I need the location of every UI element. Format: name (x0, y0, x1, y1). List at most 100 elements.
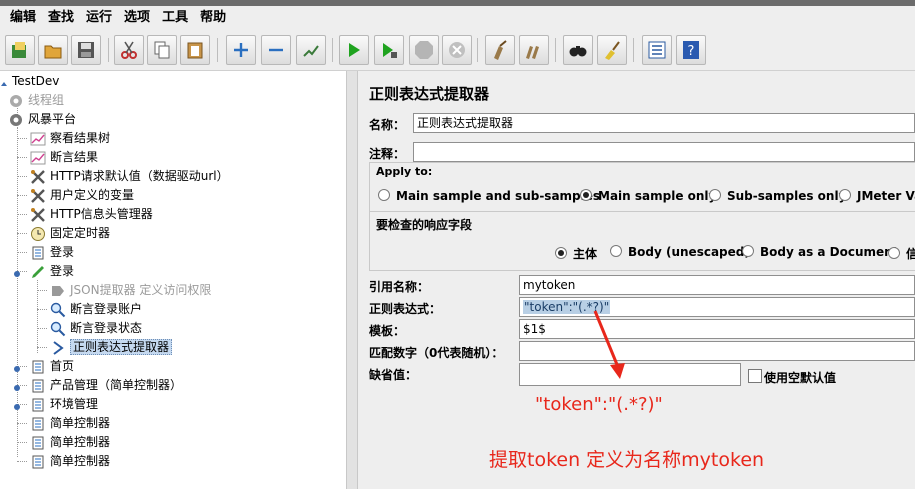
tree-node-simple-controller-1[interactable]: 简单控制器 (30, 414, 110, 433)
tree-node-label: 断言登录状态 (70, 321, 143, 335)
tree-node-http-defaults[interactable]: HTTP请求默认值（数据驱动url） (30, 167, 229, 186)
tree-node-login-2[interactable]: 登录 (30, 262, 74, 281)
cut-icon[interactable] (114, 35, 144, 65)
tree-node-label: TestDev (12, 74, 60, 88)
sampler-icon (30, 245, 46, 261)
tools-icon (30, 169, 46, 185)
tree-node-user-variables[interactable]: 用户定义的变量 (30, 186, 134, 205)
graph-icon (30, 131, 46, 147)
apply-sub-only-radio[interactable]: Sub-samples only (709, 189, 846, 203)
tree-node-assertion-results[interactable]: 断言结果 (30, 148, 98, 167)
tree-node-constant-timer[interactable]: 固定定时器 (30, 224, 110, 243)
use-empty-default-label: 使用空默认值 (764, 371, 837, 385)
apply-jmeter-variable-radio[interactable]: JMeter Va (839, 189, 915, 203)
tree-node-label: 断言结果 (50, 150, 99, 164)
tree-node-simple-controller-2[interactable]: 简单控制器 (30, 433, 110, 452)
help-icon[interactable]: ? (676, 35, 706, 65)
tree-node-thread-group[interactable]: 线程组 (8, 91, 64, 110)
apply-main-and-sub-radio[interactable]: Main sample and sub-samples (378, 189, 600, 203)
reset-search-icon[interactable] (597, 35, 627, 65)
arrow-right-icon (50, 283, 66, 299)
tree-node-platform[interactable]: 风暴平台 (8, 110, 76, 129)
response-body-document-radio[interactable]: Body as a Document (742, 245, 898, 259)
splitter[interactable] (347, 71, 358, 489)
radio-label: Sub-samples only (727, 189, 847, 203)
tree-node-assert-account[interactable]: 断言登录账户 (50, 300, 142, 319)
menu-tools[interactable]: 工具 (156, 6, 194, 30)
tree-node-header-manager[interactable]: HTTP信息头管理器 (30, 205, 153, 224)
collapse-icon[interactable] (261, 35, 291, 65)
menu-search[interactable]: 查找 (42, 6, 80, 30)
page-title: 正则表达式提取器 (369, 85, 490, 103)
paste-icon[interactable] (180, 35, 210, 65)
gear-icon (8, 112, 24, 128)
response-body-radio[interactable]: 主体 (555, 245, 597, 262)
stop-icon[interactable] (409, 35, 439, 65)
tree-node-label: HTTP信息头管理器 (50, 207, 153, 221)
menu-help[interactable]: 帮助 (194, 6, 232, 30)
start-no-pause-icon[interactable] (374, 35, 404, 65)
tree-expand-handle[interactable] (13, 400, 21, 410)
match-no-field[interactable] (519, 341, 915, 361)
comment-field[interactable] (413, 142, 915, 162)
tree-node-assert-status[interactable]: 断言登录状态 (50, 319, 142, 338)
tree-node-login-1[interactable]: 登录 (30, 243, 74, 262)
tree-node-label: 简单控制器 (50, 454, 111, 468)
tree-node-view-results-tree[interactable]: 察看结果树 (30, 129, 110, 148)
tree-node-home[interactable]: 首页 (30, 357, 74, 376)
use-empty-default-checkbox[interactable] (748, 369, 762, 383)
tree-node-environment-management[interactable]: 环境管理 (30, 395, 98, 414)
response-info-radio[interactable]: 信 (888, 245, 915, 262)
tree-node-label: 登录 (50, 245, 75, 259)
open-icon[interactable] (38, 35, 68, 65)
start-icon[interactable] (339, 35, 369, 65)
test-plan-tree: TestDev 线程组 风暴平台 察看结果树 断言结果 HTTP请求默认值（数据… (0, 71, 347, 489)
clock-icon (30, 226, 46, 242)
tree-node-label: JSON提取器 定义访问权限 (70, 283, 212, 297)
expand-icon[interactable] (226, 35, 256, 65)
controller-icon (30, 435, 46, 451)
template-field[interactable]: $1$ (519, 319, 915, 339)
match-no-label: 匹配数字（0代表随机）： (369, 346, 504, 360)
tree-node-label: 简单控制器 (50, 416, 111, 430)
search-icon[interactable] (563, 35, 593, 65)
tree-node-simple-controller-3[interactable]: 简单控制器 (30, 452, 110, 471)
reference-name-field[interactable]: mytoken (519, 275, 915, 295)
tree-expand-handle[interactable] (13, 267, 21, 277)
tree-node-label: 固定定时器 (50, 226, 111, 240)
menu-options[interactable]: 选项 (118, 6, 156, 30)
radio-label: Main sample and sub-samples (396, 189, 601, 203)
radio-label: JMeter Va (857, 189, 915, 203)
tree-node-test-plan[interactable]: TestDev (0, 72, 59, 91)
tree-node-label: 登录 (50, 264, 75, 278)
default-value-field[interactable] (519, 363, 741, 386)
save-icon[interactable] (71, 35, 101, 65)
tree-node-product-management[interactable]: 产品管理（简单控制器） (30, 376, 182, 395)
clear-all-icon[interactable] (519, 35, 549, 65)
tree-expand-handle[interactable] (13, 381, 21, 391)
tree-node-json-extractor[interactable]: JSON提取器 定义访问权限 (50, 281, 211, 300)
toggle-icon[interactable] (296, 35, 326, 65)
templates-icon[interactable] (5, 35, 35, 65)
menu-bar: 编辑 查找 运行 选项 工具 帮助 (0, 6, 915, 30)
annotation-arrow (593, 310, 625, 379)
reference-name-label: 引用名称： (369, 280, 430, 294)
shutdown-icon[interactable] (442, 35, 472, 65)
tree-node-label: 环境管理 (50, 397, 99, 411)
tree-node-label: 察看结果树 (50, 131, 111, 145)
tree-node-label: 产品管理（简单控制器） (50, 378, 183, 392)
controller-icon (30, 397, 46, 413)
controller-icon (30, 454, 46, 470)
copy-icon[interactable] (147, 35, 177, 65)
regex-field[interactable]: "token":"(.*?)" (519, 297, 915, 317)
tree-node-regex-extractor[interactable]: 正则表达式提取器 (50, 338, 173, 357)
tree-expand-handle[interactable] (13, 362, 21, 372)
menu-edit[interactable]: 编辑 (0, 6, 42, 30)
function-helper-icon[interactable] (642, 35, 672, 65)
clear-icon[interactable] (485, 35, 515, 65)
response-body-unescaped-radio[interactable]: Body (unescaped) (610, 245, 750, 259)
apply-main-only-radio[interactable]: Main sample only (580, 189, 716, 203)
menu-run[interactable]: 运行 (80, 6, 118, 30)
apply-to-label: Apply to: (376, 165, 433, 178)
name-field[interactable]: 正则表达式提取器 (413, 113, 915, 133)
